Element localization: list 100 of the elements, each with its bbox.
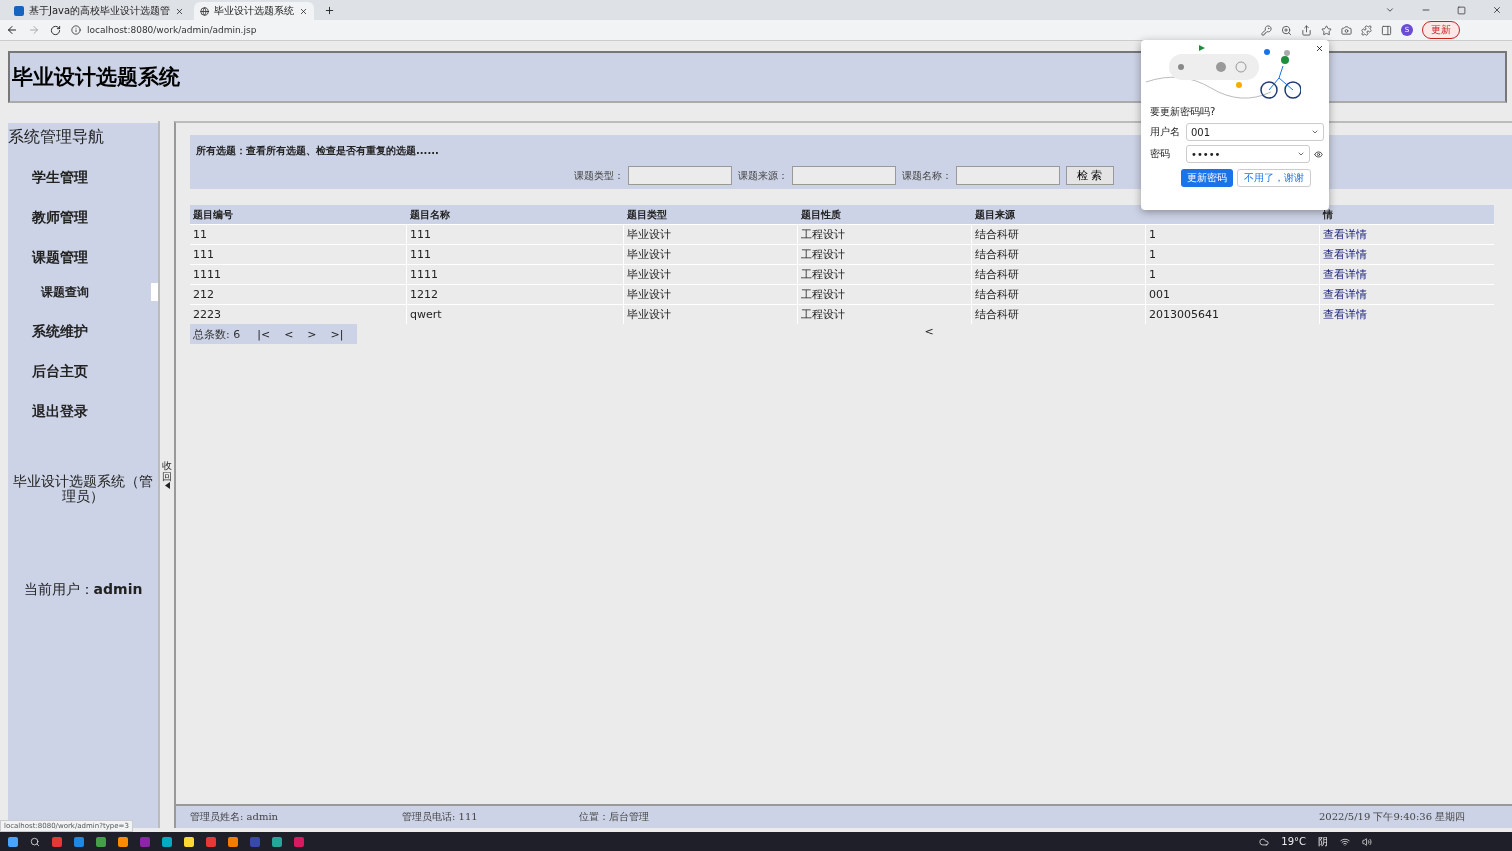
sidebar-note: 毕业设计选题系统（管理员）: [12, 474, 154, 505]
sidebar-item[interactable]: 系统维护: [8, 322, 158, 342]
search-button[interactable]: 检 索: [1066, 166, 1114, 185]
speaker-icon: [1362, 836, 1372, 847]
cloud-icon: [1259, 836, 1270, 847]
temperature: 19°C: [1281, 836, 1306, 847]
details-link[interactable]: 查看详情: [1320, 264, 1494, 284]
app-icon[interactable]: [118, 836, 128, 847]
close-icon[interactable]: [1492, 5, 1502, 15]
table-cell: 结合科研: [972, 264, 1146, 284]
username-field[interactable]: 001: [1186, 123, 1324, 141]
sidebar-item[interactable]: 退出登录: [8, 402, 158, 422]
update-password-button[interactable]: 更新密码: [1181, 169, 1233, 187]
page-link[interactable]: |<: [252, 327, 276, 341]
input-field[interactable]: [792, 166, 896, 185]
browser-tab[interactable]: 毕业设计选题系统: [194, 2, 315, 20]
close-icon[interactable]: [175, 6, 185, 16]
app-icon[interactable]: [184, 836, 194, 847]
table-cell: 1212: [407, 284, 624, 304]
app-icon[interactable]: [96, 836, 106, 847]
table-cell: 工程设计: [798, 224, 972, 244]
sidebar-item[interactable]: 课题管理: [8, 248, 158, 268]
page-link[interactable]: <: [279, 327, 299, 341]
table-cell: 11: [190, 224, 407, 244]
globe-icon: [200, 6, 210, 16]
browser-tab[interactable]: 基于Java的高校毕业设计选题管: [8, 2, 191, 20]
table-cell: 毕业设计: [624, 304, 798, 324]
column-header: 情: [1320, 205, 1494, 224]
sidebar-subitem[interactable]: 课题查询: [8, 282, 158, 302]
back-icon[interactable]: [6, 24, 18, 36]
column-header: 题目名称: [407, 205, 624, 224]
details-link[interactable]: 查看详情: [1320, 304, 1494, 324]
field-label: 课题类型：: [574, 168, 624, 183]
share-icon[interactable]: [1301, 24, 1312, 36]
collapse-toggle[interactable]: 收回: [162, 460, 172, 482]
footer-text: 管理员电话: 111: [402, 810, 479, 824]
table-cell: 工程设计: [798, 244, 972, 264]
password-field[interactable]: •••••: [1186, 145, 1310, 163]
field-label: 密码: [1150, 147, 1171, 161]
update-button[interactable]: 更新: [1422, 21, 1460, 39]
popup-title: 要更新密码吗?: [1150, 105, 1217, 119]
start-icon[interactable]: [8, 836, 18, 847]
column-header: 题目来源: [972, 205, 1146, 224]
dismiss-button[interactable]: 不用了，谢谢: [1237, 169, 1311, 187]
details-link[interactable]: 查看详情: [1320, 244, 1494, 264]
new-tab-icon[interactable]: [324, 5, 336, 16]
details-link[interactable]: 查看详情: [1320, 224, 1494, 244]
weather-text: 阴: [1318, 834, 1328, 849]
table-cell: 结合科研: [972, 284, 1146, 304]
page-link[interactable]: >: [302, 327, 322, 341]
dropdown-icon[interactable]: [1297, 150, 1305, 158]
input-field[interactable]: [628, 166, 732, 185]
table-cell: 1111: [407, 264, 624, 284]
table-cell: 001: [1146, 284, 1320, 304]
camera-icon[interactable]: [1341, 24, 1352, 36]
field-label: 课题来源：: [738, 168, 788, 183]
field-label: 用户名: [1150, 125, 1181, 139]
table-cell: 毕业设计: [624, 244, 798, 264]
table-cell: 1: [1146, 264, 1320, 284]
table-cell: 结合科研: [972, 304, 1146, 324]
table-cell: 111: [407, 224, 624, 244]
app-icon[interactable]: [162, 836, 172, 847]
dropdown-icon[interactable]: [1311, 128, 1319, 136]
app-icon[interactable]: [272, 836, 282, 847]
maximize-icon[interactable]: [1457, 5, 1466, 15]
input-field[interactable]: [956, 166, 1060, 185]
zoom-icon[interactable]: [1281, 24, 1292, 36]
close-icon[interactable]: [1315, 44, 1324, 53]
puzzle-icon[interactable]: [1361, 24, 1372, 36]
footer-text: 2022/5/19 下午9:40:36 星期四: [1319, 810, 1467, 824]
close-icon[interactable]: [299, 6, 309, 16]
table-cell: 工程设计: [798, 304, 972, 324]
reload-icon[interactable]: [50, 24, 61, 36]
info-icon[interactable]: [71, 25, 81, 35]
column-header: 题目类型: [624, 205, 798, 224]
side-panel-icon[interactable]: [1381, 24, 1392, 36]
details-link[interactable]: 查看详情: [1320, 284, 1494, 304]
sidebar-item[interactable]: 学生管理: [8, 168, 158, 188]
table-cell: 1: [1146, 224, 1320, 244]
key-icon[interactable]: [1261, 24, 1272, 36]
sidebar-item[interactable]: 后台主页: [8, 362, 158, 382]
table-cell: 毕业设计: [624, 284, 798, 304]
table-cell: 毕业设计: [624, 224, 798, 244]
star-icon[interactable]: [1321, 24, 1332, 36]
app-icon[interactable]: [228, 836, 238, 847]
table-cell: qwert: [407, 304, 624, 324]
chevron-down-icon[interactable]: [1385, 5, 1395, 15]
page-link[interactable]: >|: [325, 327, 349, 341]
search-icon[interactable]: [30, 836, 40, 847]
stray-text: <: [924, 324, 934, 338]
eye-icon[interactable]: [1314, 149, 1323, 159]
sidebar-item[interactable]: 教师管理: [8, 208, 158, 228]
sidebar-heading: 系统管理导航: [8, 127, 105, 148]
table-cell: 工程设计: [798, 264, 972, 284]
total-count: 总条数: 6: [193, 326, 241, 342]
triangle-left-icon[interactable]: [164, 482, 170, 489]
column-header: 题目编号: [190, 205, 407, 224]
site-title: 毕业设计选题系统: [12, 64, 180, 91]
table-cell: 结合科研: [972, 224, 1146, 244]
table-cell: 1: [1146, 244, 1320, 264]
